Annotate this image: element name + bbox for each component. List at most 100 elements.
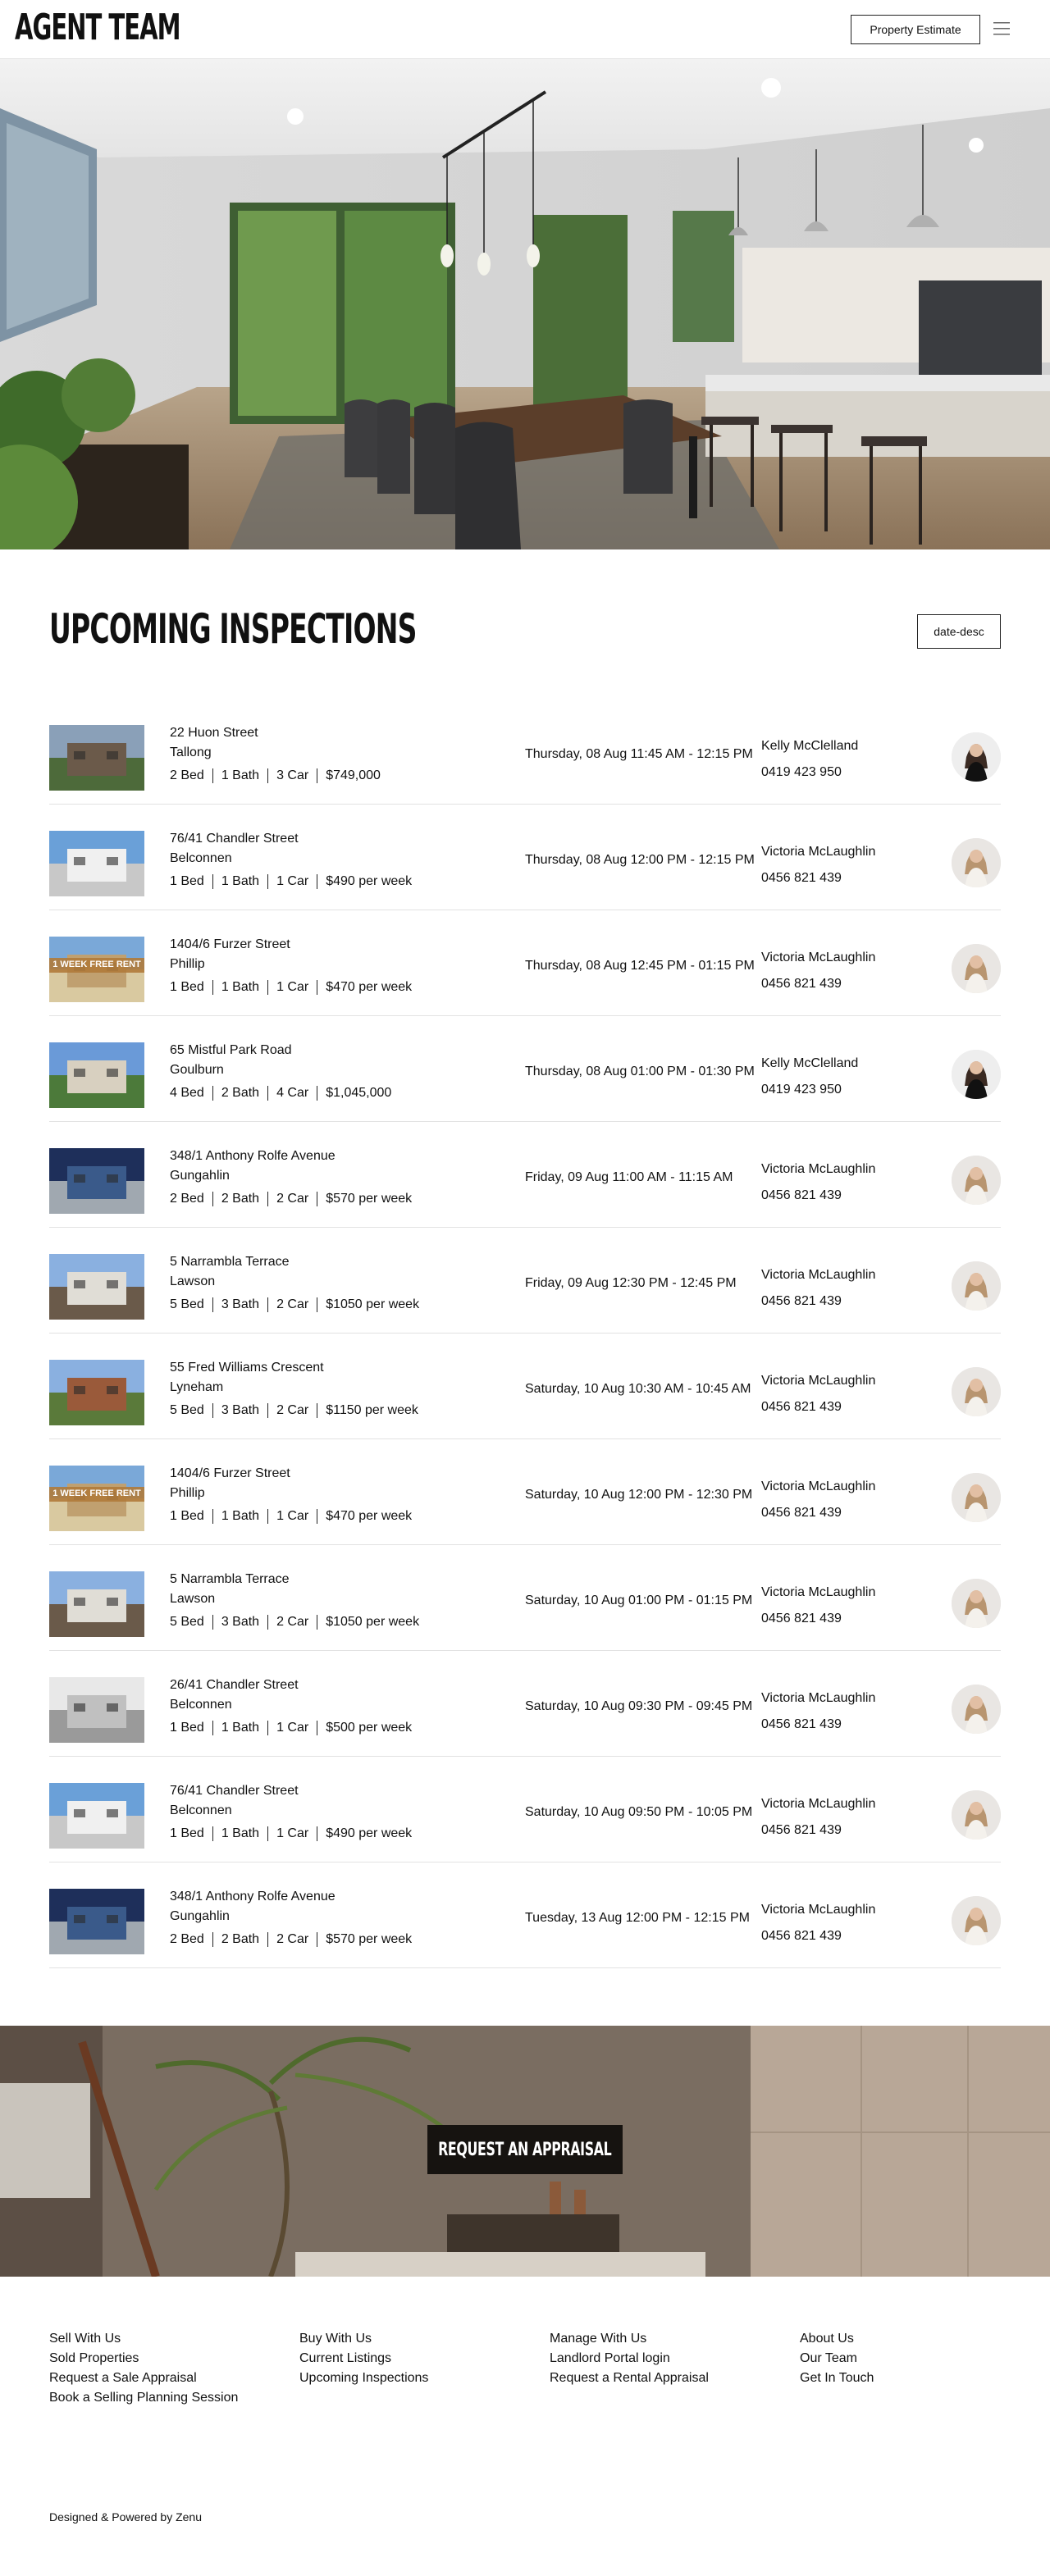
property-address[interactable]: 5 Narrambla Terrace Lawson (170, 1252, 290, 1292)
agent-avatar (952, 1050, 1001, 1099)
agent-phone[interactable]: 0456 821 439 (761, 865, 875, 891)
bed-count: 2 Bed (170, 768, 204, 782)
footer-link[interactable]: Book a Selling Planning Session (49, 2388, 238, 2408)
footer-link[interactable]: Request a Sale Appraisal (49, 2369, 238, 2388)
property-thumbnail[interactable] (49, 1889, 144, 1954)
property-thumbnail[interactable] (49, 1360, 144, 1425)
property-features: 1 Bed 1 Bath 1 Car $490 per week (170, 872, 412, 891)
inspection-row[interactable]: 5 Narrambla Terrace Lawson 5 Bed 3 Bath … (49, 1228, 1001, 1334)
site-logo[interactable]: AGENT TEAM (15, 10, 180, 46)
footer-link[interactable]: Get In Touch (800, 2369, 874, 2388)
property-thumbnail[interactable] (49, 831, 144, 896)
agent-phone[interactable]: 0456 821 439 (761, 1500, 875, 1526)
agent-phone[interactable]: 0456 821 439 (761, 1923, 875, 1949)
footer-link[interactable]: About Us (800, 2329, 874, 2349)
divider (212, 1509, 213, 1524)
sort-select[interactable]: date-desc (917, 614, 1001, 649)
bed-count: 5 Bed (170, 1615, 204, 1629)
suburb: Gungahlin (170, 1169, 230, 1183)
footer-column-manage: Manage With Us Landlord Portal login Req… (550, 2329, 709, 2388)
divider (267, 1721, 269, 1735)
footer-link[interactable]: Our Team (800, 2349, 874, 2369)
property-features: 5 Bed 3 Bath 2 Car $1050 per week (170, 1612, 419, 1632)
agent-phone[interactable]: 0419 423 950 (761, 1077, 858, 1103)
bath-count: 1 Bath (221, 1509, 260, 1523)
inspection-row[interactable]: 5 Narrambla Terrace Lawson 5 Bed 3 Bath … (49, 1545, 1001, 1651)
agent-phone[interactable]: 0456 821 439 (761, 1288, 875, 1315)
inspection-time: Thursday, 08 Aug 01:00 PM - 01:30 PM (525, 1065, 755, 1078)
footer-credit[interactable]: Designed & Powered by Zenu (49, 2509, 202, 2525)
inspection-row[interactable]: 1 WEEK FREE RENT 1404/6 Furzer Street Ph… (49, 1439, 1001, 1545)
property-address[interactable]: 26/41 Chandler Street Belconnen (170, 1676, 299, 1715)
inspection-row[interactable]: 55 Fred Williams Crescent Lyneham 5 Bed … (49, 1334, 1001, 1439)
property-address[interactable]: 76/41 Chandler Street Belconnen (170, 829, 299, 869)
footer-link[interactable]: Upcoming Inspections (299, 2369, 428, 2388)
divider (212, 1086, 213, 1101)
agent-phone[interactable]: 0456 821 439 (761, 1712, 875, 1738)
footer-link[interactable]: Landlord Portal login (550, 2349, 709, 2369)
inspection-row[interactable]: 1 WEEK FREE RENT 1404/6 Furzer Street Ph… (49, 910, 1001, 1016)
agent-avatar (952, 838, 1001, 887)
car-count: 2 Car (276, 1297, 309, 1311)
agent-name: Kelly McClelland (761, 739, 859, 753)
property-thumbnail[interactable]: 1 WEEK FREE RENT (49, 937, 144, 1002)
property-address[interactable]: 5 Narrambla Terrace Lawson (170, 1570, 290, 1609)
property-thumbnail[interactable] (49, 1571, 144, 1637)
inspection-row[interactable]: 26/41 Chandler Street Belconnen 1 Bed 1 … (49, 1651, 1001, 1757)
property-thumbnail[interactable] (49, 1254, 144, 1320)
footer-link[interactable]: Sell With Us (49, 2329, 238, 2349)
property-features: 5 Bed 3 Bath 2 Car $1050 per week (170, 1295, 419, 1315)
property-address[interactable]: 1404/6 Furzer Street Phillip (170, 1464, 290, 1503)
hamburger-menu-icon[interactable] (992, 19, 1011, 39)
footer-link[interactable]: Buy With Us (299, 2329, 428, 2349)
suburb: Lawson (170, 1274, 216, 1288)
agent-phone[interactable]: 0456 821 439 (761, 971, 875, 997)
divider (267, 1932, 269, 1947)
car-count: 2 Car (276, 1615, 309, 1629)
inspection-row[interactable]: 348/1 Anthony Rolfe Avenue Gungahlin 2 B… (49, 1862, 1001, 1968)
property-features: 2 Bed 1 Bath 3 Car $749,000 (170, 766, 381, 786)
property-estimate-button[interactable]: Property Estimate (851, 15, 980, 44)
footer-link[interactable]: Manage With Us (550, 2329, 709, 2349)
inspection-row[interactable]: 348/1 Anthony Rolfe Avenue Gungahlin 2 B… (49, 1122, 1001, 1228)
property-address[interactable]: 1404/6 Furzer Street Phillip (170, 935, 290, 974)
property-features: 5 Bed 3 Bath 2 Car $1150 per week (170, 1401, 418, 1420)
car-count: 1 Car (276, 980, 309, 994)
footer-link[interactable]: Request a Rental Appraisal (550, 2369, 709, 2388)
property-address[interactable]: 76/41 Chandler Street Belconnen (170, 1781, 299, 1821)
footer-link[interactable]: Current Listings (299, 2349, 428, 2369)
divider (267, 1615, 269, 1630)
property-thumbnail[interactable] (49, 725, 144, 791)
section-title: UPCOMING INSPECTIONS (49, 605, 417, 653)
footer-link[interactable]: Sold Properties (49, 2349, 238, 2369)
property-thumbnail[interactable] (49, 1677, 144, 1743)
agent-phone[interactable]: 0456 821 439 (761, 1606, 875, 1632)
inspection-row[interactable]: 65 Mistful Park Road Goulburn 4 Bed 2 Ba… (49, 1016, 1001, 1122)
hero-image (0, 59, 1050, 549)
agent-contact: Victoria McLaughlin 0456 821 439 (761, 1368, 875, 1420)
agent-phone[interactable]: 0419 423 950 (761, 759, 858, 786)
property-address[interactable]: 65 Mistful Park Road Goulburn (170, 1041, 292, 1080)
agent-contact: Victoria McLaughlin 0456 821 439 (761, 1897, 875, 1949)
agent-name: Victoria McLaughlin (761, 1691, 876, 1705)
divider (267, 1086, 269, 1101)
request-appraisal-button[interactable]: REQUEST AN APPRAISAL (427, 2125, 623, 2174)
property-address[interactable]: 348/1 Anthony Rolfe Avenue Gungahlin (170, 1147, 336, 1186)
agent-phone[interactable]: 0456 821 439 (761, 1394, 875, 1420)
street-address: 55 Fred Williams Crescent (170, 1361, 324, 1375)
property-thumbnail[interactable]: 1 WEEK FREE RENT (49, 1466, 144, 1531)
property-address[interactable]: 348/1 Anthony Rolfe Avenue Gungahlin (170, 1887, 336, 1926)
agent-contact: Victoria McLaughlin 0456 821 439 (761, 1685, 875, 1738)
agent-phone[interactable]: 0456 821 439 (761, 1817, 875, 1844)
property-address[interactable]: 22 Huon Street Tallong (170, 723, 258, 763)
agent-phone[interactable]: 0456 821 439 (761, 1183, 875, 1209)
inspection-row[interactable]: 76/41 Chandler Street Belconnen 1 Bed 1 … (49, 1757, 1001, 1862)
property-address[interactable]: 55 Fred Williams Crescent Lyneham (170, 1358, 324, 1397)
property-thumbnail[interactable] (49, 1783, 144, 1849)
property-thumbnail[interactable] (49, 1042, 144, 1108)
inspection-row[interactable]: 76/41 Chandler Street Belconnen 1 Bed 1 … (49, 805, 1001, 910)
inspection-row[interactable]: 22 Huon Street Tallong 2 Bed 1 Bath 3 Ca… (49, 699, 1001, 805)
free-rent-banner: 1 WEEK FREE RENT (52, 1489, 141, 1498)
divider (212, 874, 213, 889)
property-thumbnail[interactable] (49, 1148, 144, 1214)
